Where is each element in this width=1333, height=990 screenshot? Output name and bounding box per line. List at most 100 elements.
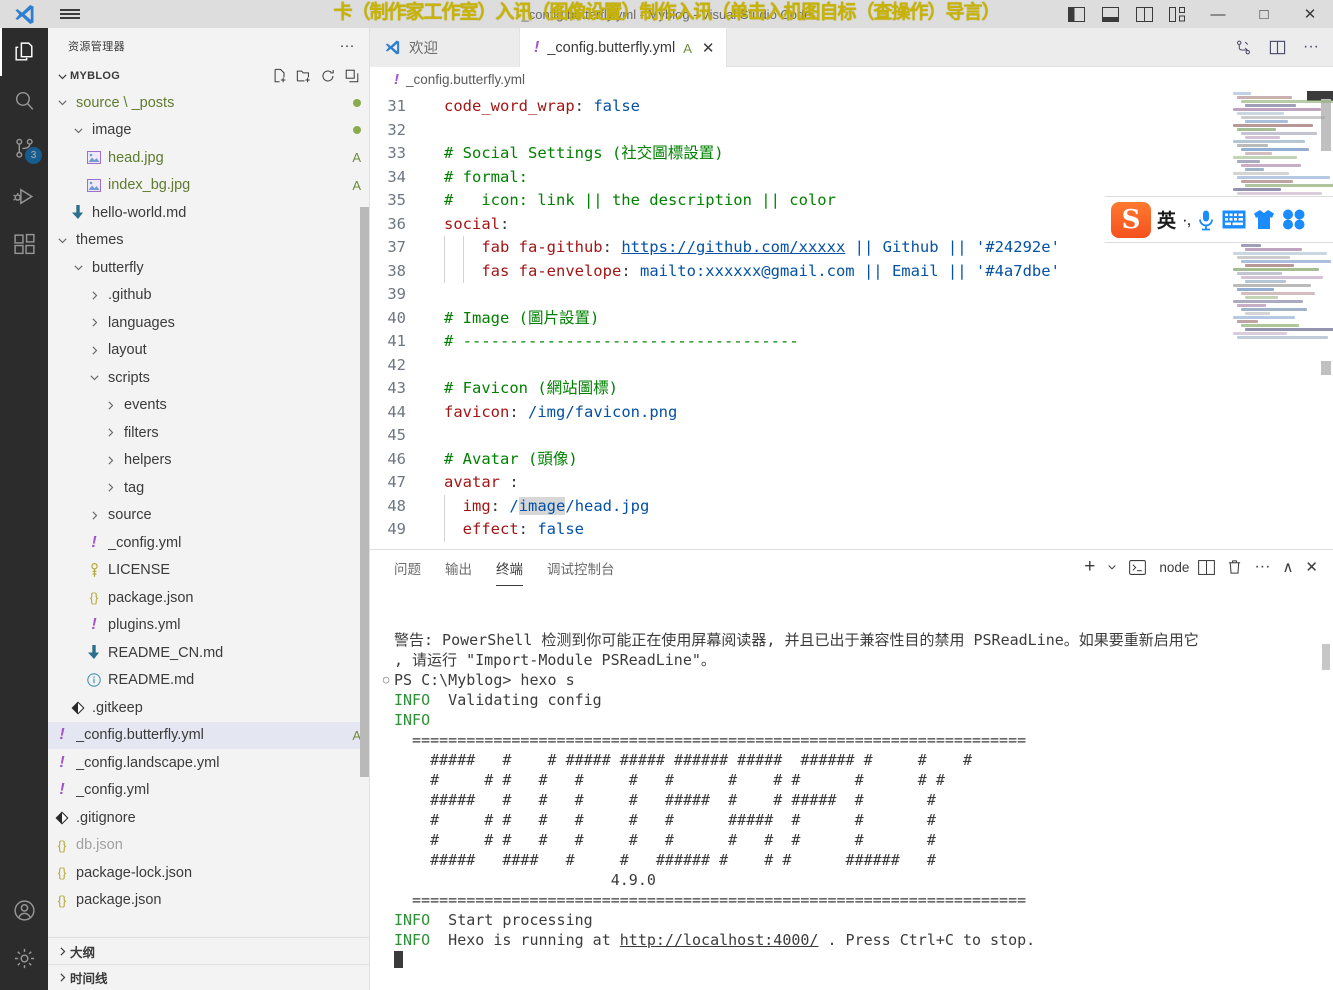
activitybar-item-extensions[interactable] [0, 220, 48, 268]
compare-changes-icon[interactable] [1231, 35, 1255, 59]
soft-keyboard-icon[interactable] [1222, 210, 1246, 229]
tree-file-row[interactable]: README.md [48, 667, 369, 695]
code-line[interactable]: 40 # Image (圖片設置) [370, 307, 1225, 331]
code-lines[interactable]: 31 code_word_wrap: false 32 33 # Social Sett… [370, 91, 1225, 549]
menu-hamburger-button[interactable] [48, 0, 92, 28]
tree-folder-row[interactable]: tag [48, 474, 369, 502]
tree-file-row[interactable]: {} package.json [48, 584, 369, 612]
toggle-panel-icon[interactable] [1093, 0, 1127, 28]
customize-layout-icon[interactable] [1161, 0, 1195, 28]
breadcrumb[interactable]: ! _config.butterfly.yml [370, 67, 1333, 91]
activitybar-item-accounts[interactable] [0, 886, 48, 934]
code-line[interactable]: 39 [370, 283, 1225, 307]
code-line[interactable]: 35 # icon: link || the description || col… [370, 189, 1225, 213]
code-line[interactable]: 48 img: /image/head.jpg [370, 495, 1225, 519]
new-folder-icon[interactable] [293, 65, 315, 87]
tree-file-row[interactable]: .gitkeep [48, 694, 369, 722]
tree-folder-row[interactable]: .github [48, 282, 369, 310]
editor-more-actions-icon[interactable]: ··· [1299, 35, 1323, 59]
code-line[interactable]: 34 # formal: [370, 166, 1225, 190]
new-file-icon[interactable] [269, 65, 291, 87]
file-tree[interactable]: source \ _posts image head.jpg Aindex_bg.jp… [48, 89, 369, 937]
sidebar-section-timeline[interactable]: 时间线 [48, 964, 369, 990]
code-line[interactable]: 32 [370, 119, 1225, 143]
panel-more-actions-icon[interactable]: ··· [1251, 554, 1273, 580]
tree-file-row[interactable]: {} package.json [48, 887, 369, 915]
tree-folder-row[interactable]: helpers [48, 447, 369, 475]
terminal-name[interactable]: node [1155, 560, 1189, 575]
code-line[interactable]: 42 [370, 354, 1225, 378]
code-line[interactable]: 38 fas fa-envelope: mailto:xxxxxx@gmail.… [370, 260, 1225, 284]
terminal-instance-icon[interactable] [1126, 554, 1149, 580]
terminal-url-link[interactable]: http://localhost:4000/ [620, 931, 819, 949]
code-line[interactable]: 45 [370, 424, 1225, 448]
code-line[interactable]: 31 code_word_wrap: false [370, 95, 1225, 119]
code-line[interactable]: 33 # Social Settings (社交圖標設置) [370, 142, 1225, 166]
tree-folder-row[interactable]: source \ _posts [48, 89, 369, 117]
code-line[interactable]: 41 # ------------------------------------ [370, 330, 1225, 354]
tree-folder-row[interactable]: filters [48, 419, 369, 447]
tree-folder-row[interactable]: scripts [48, 364, 369, 392]
tree-file-row[interactable]: {} package-lock.json [48, 859, 369, 887]
code-editor[interactable]: 31 code_word_wrap: false 32 33 # Social Sett… [370, 91, 1333, 549]
maximize-button[interactable]: □ [1241, 0, 1287, 28]
panel-tab[interactable]: 调试控制台 [547, 550, 615, 584]
code-line[interactable]: 47 avatar : [370, 471, 1225, 495]
editor-scrollbar-secondary[interactable] [1321, 361, 1331, 375]
tree-folder-row[interactable]: themes [48, 227, 369, 255]
activitybar-item-search[interactable] [0, 76, 48, 124]
panel-tabs[interactable]: 问题 输出 终端 调试控制台 + node ··· ∧ ✕ [370, 550, 1333, 587]
punctuation-toggle-icon[interactable]: ·, [1182, 210, 1191, 230]
activitybar-item-explorer[interactable] [0, 28, 48, 76]
tree-file-row[interactable]: ! _config.landscape.yml [48, 749, 369, 777]
tree-folder-row[interactable]: source [48, 502, 369, 530]
sidebar-more-actions-icon[interactable]: ··· [333, 32, 361, 60]
code-line[interactable]: 37 fab fa-github: https://github.com/xxx… [370, 236, 1225, 260]
tree-file-row[interactable]: {} db.json [48, 832, 369, 860]
new-terminal-button[interactable]: + [1081, 554, 1098, 580]
maximize-panel-icon[interactable]: ∧ [1279, 554, 1296, 580]
explorer-root-header[interactable]: MYBLOG [48, 63, 369, 89]
code-line[interactable]: 44 favicon: /img/favicon.png [370, 401, 1225, 425]
ime-mode-label[interactable]: 英 [1157, 206, 1176, 233]
skin-icon[interactable] [1252, 209, 1276, 230]
editor-tab[interactable]: 欢迎 [370, 28, 520, 67]
tree-file-row[interactable]: ! _config.yml [48, 529, 369, 557]
editor-tabs[interactable]: 欢迎! _config.butterfly.yml A ✕ ··· [370, 28, 1333, 67]
close-panel-icon[interactable]: ✕ [1302, 554, 1321, 580]
minimap[interactable] [1225, 91, 1333, 549]
tree-file-row[interactable]: hello-world.md [48, 199, 369, 227]
toggle-secondary-sidebar-icon[interactable] [1127, 0, 1161, 28]
activitybar-item-manage[interactable] [0, 934, 48, 982]
tree-file-row[interactable]: ! _config.butterfly.yml A [48, 721, 369, 749]
split-editor-icon[interactable] [1265, 35, 1289, 59]
voice-input-icon[interactable] [1196, 209, 1216, 231]
kill-terminal-icon[interactable] [1224, 554, 1245, 580]
tree-file-row[interactable]: ! _config.yml [48, 777, 369, 805]
code-line[interactable]: 36 social: [370, 213, 1225, 237]
terminal-profile-dropdown-icon[interactable] [1104, 554, 1120, 580]
editor-scrollbar[interactable] [1321, 99, 1331, 151]
toolbox-icon[interactable] [1282, 209, 1306, 230]
panel-tab[interactable]: 输出 [445, 550, 472, 584]
panel-tab[interactable]: 终端 [496, 550, 523, 587]
toggle-primary-sidebar-icon[interactable] [1059, 0, 1093, 28]
code-line[interactable]: 49 effect: false [370, 518, 1225, 542]
editor-tab-close-icon[interactable]: ✕ [702, 41, 715, 56]
tree-file-row[interactable]: head.jpg A [48, 144, 369, 172]
panel-tab[interactable]: 问题 [394, 550, 421, 584]
activitybar-item-run-and-debug[interactable] [0, 172, 48, 220]
split-terminal-icon[interactable] [1195, 554, 1218, 580]
sidebar-scrollbar[interactable] [360, 207, 369, 777]
tree-folder-row[interactable]: layout [48, 337, 369, 365]
activitybar-item-source-control[interactable]: 3 [0, 124, 48, 172]
tree-file-row[interactable]: index_bg.jpg A [48, 172, 369, 200]
tree-file-row[interactable]: LICENSE [48, 557, 369, 585]
terminal-output[interactable]: 警告: PowerShell 检测到你可能正在使用屏幕阅读器, 并且已出于兼容性… [370, 584, 1333, 990]
tree-folder-row[interactable]: butterfly [48, 254, 369, 282]
tree-file-row[interactable]: README_CN.md [48, 639, 369, 667]
minimize-button[interactable]: — [1195, 0, 1241, 28]
tree-folder-row[interactable]: events [48, 392, 369, 420]
sogou-ime-toolbar[interactable]: S 英 ·, [1105, 196, 1333, 243]
refresh-icon[interactable] [317, 65, 339, 87]
